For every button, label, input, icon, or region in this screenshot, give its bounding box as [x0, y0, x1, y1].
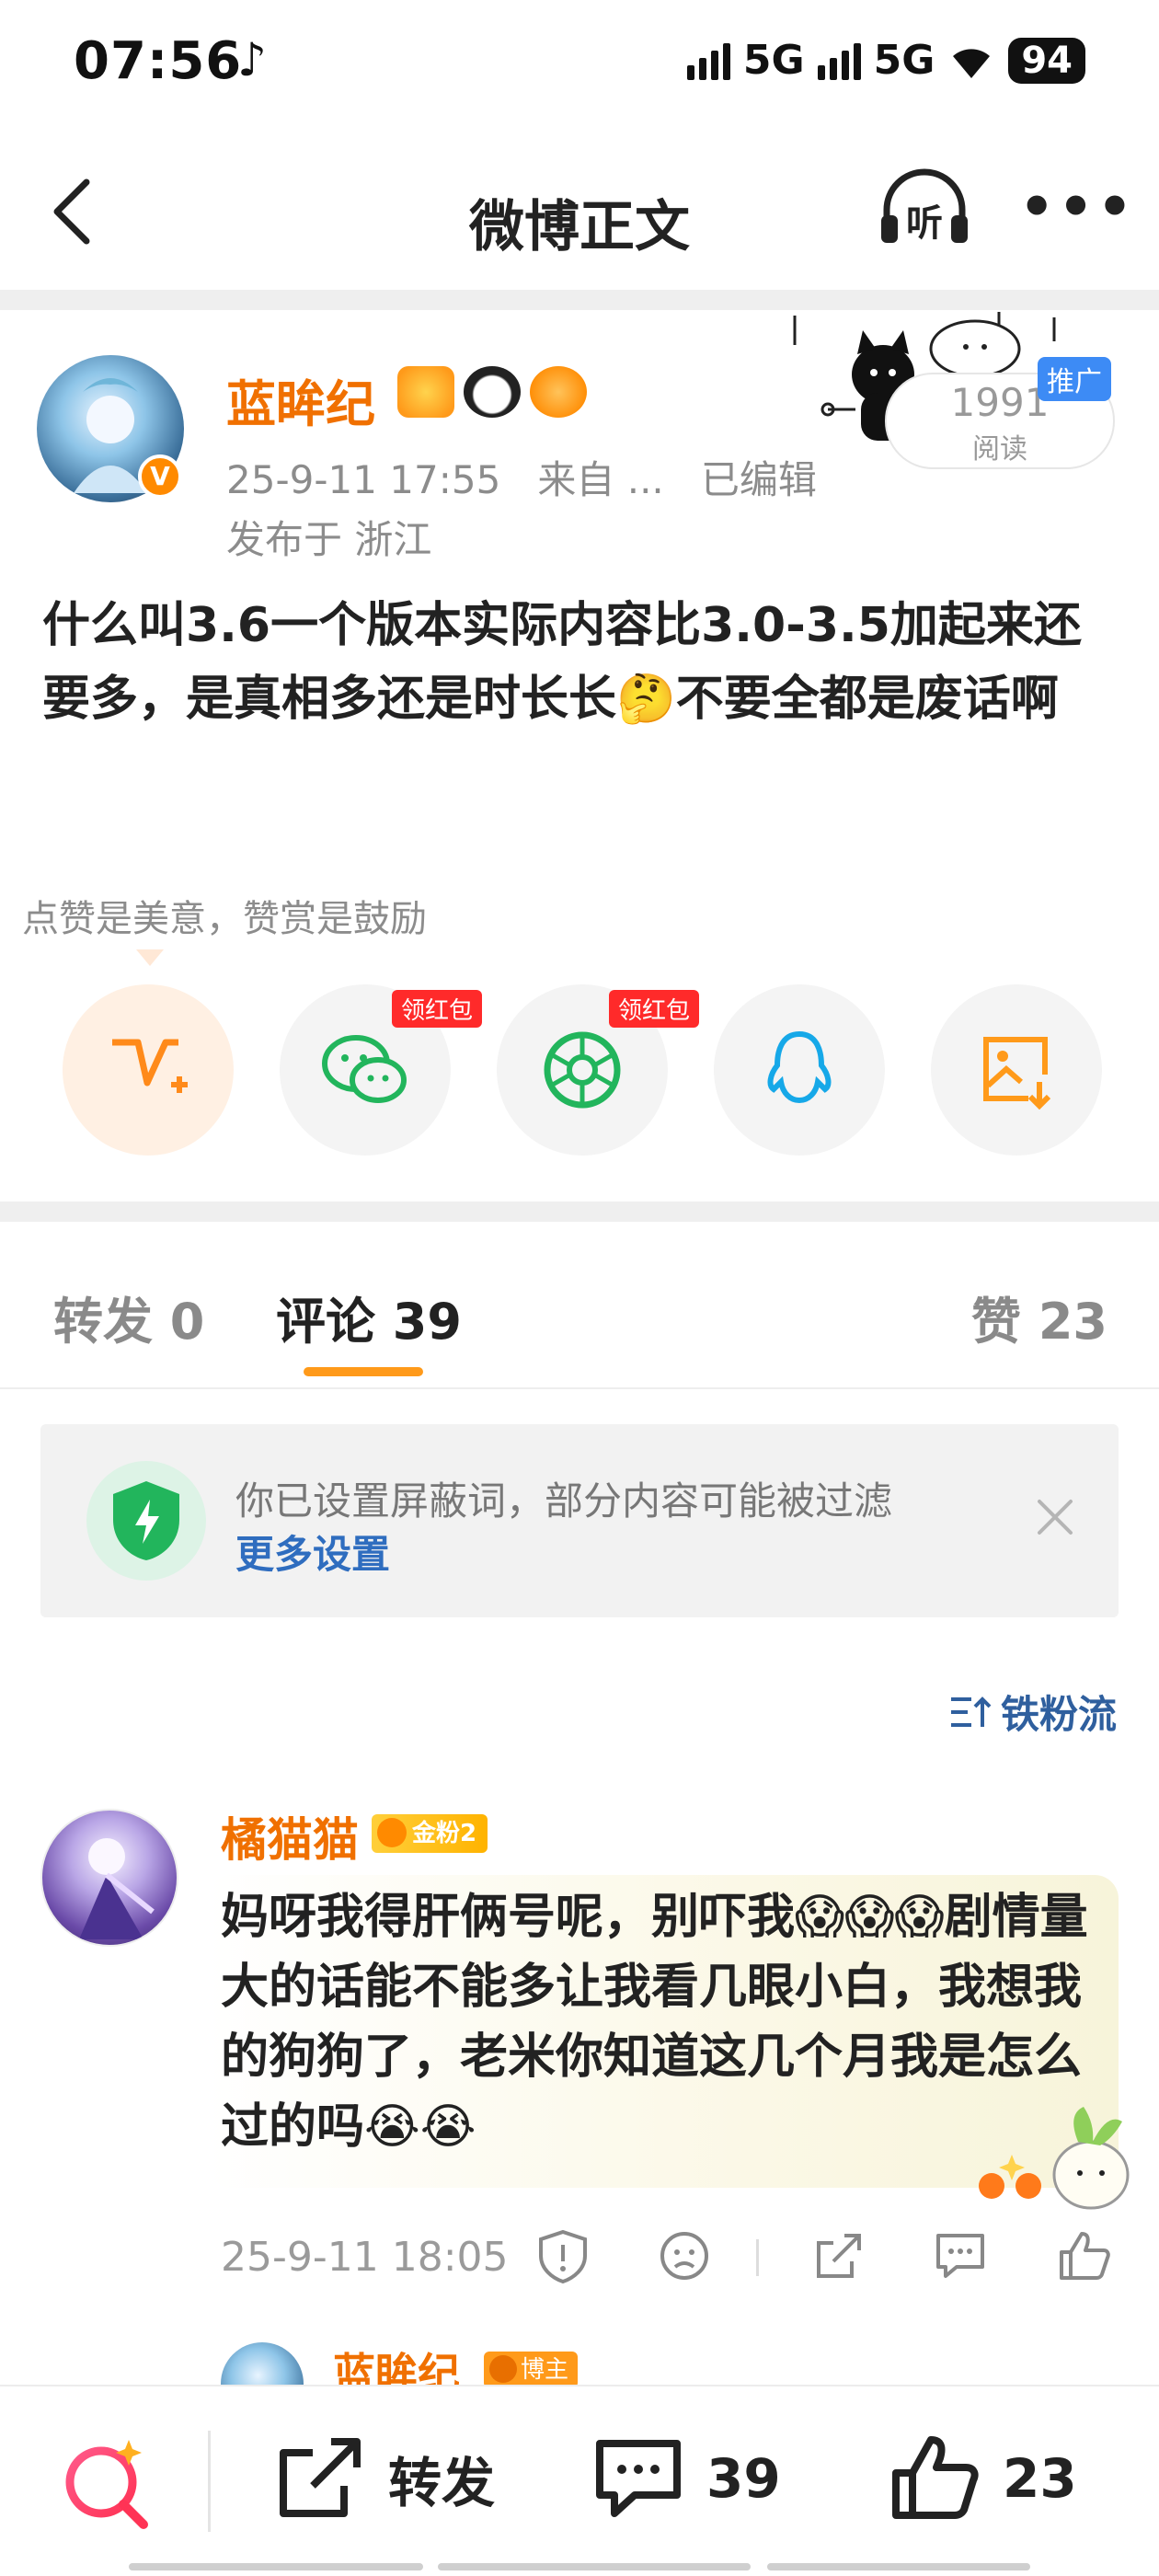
dislike-face-icon[interactable]: [655, 2226, 714, 2285]
close-icon[interactable]: [1032, 1494, 1078, 1540]
wifi-icon: [953, 48, 991, 78]
filter-notice-text: 你已设置屏蔽词，部分内容可能被过滤: [235, 1478, 893, 1524]
tab-repost[interactable]: 转发 0: [53, 1281, 204, 1353]
radish-sticker-decoration: [979, 2107, 1130, 2210]
red-packet-tag: 领红包: [391, 990, 482, 1028]
comment-time: 25-9-11 18:05: [221, 2234, 509, 2281]
post-source[interactable]: 来自 ...: [537, 457, 663, 502]
commenter-name[interactable]: 橘猫猫: [221, 1803, 359, 1869]
red-packet-tag-2: 领红包: [608, 990, 699, 1028]
post-location: 发布于 浙江: [226, 517, 432, 562]
home-indicator-left: [129, 2563, 423, 2570]
svg-text:听: 听: [906, 202, 943, 245]
network-label-2: 5G: [873, 37, 935, 84]
reward-hint: 点赞是美意，赞赏是鼓励: [22, 898, 427, 940]
reward-v-icon: [112, 1039, 188, 1093]
sort-icon: [950, 1696, 992, 1727]
repost-icon: [280, 2438, 361, 2517]
fan-level-badge: 金粉2: [372, 1814, 488, 1853]
sort-fan-flow-button[interactable]: 铁粉流: [949, 1684, 1117, 1740]
post-time: 25-9-11 17:55: [226, 457, 501, 502]
section-divider-2: [0, 1202, 1159, 1222]
interaction-tabs: 转发 0 评论 39 赞 23: [0, 1233, 1159, 1389]
share-row: 领红包 领红包: [63, 984, 1102, 1159]
moments-icon: [544, 1031, 621, 1109]
author-badges: [397, 366, 587, 418]
hint-caret-icon: [136, 949, 164, 966]
crown-member-icon: [397, 366, 454, 418]
network-label-1: 5G: [742, 37, 805, 84]
blogger-tag-label: 博主: [521, 2356, 569, 2384]
page-title: 微博正文: [469, 195, 690, 259]
tiktok-icon: ♪: [237, 33, 267, 86]
fan-crown-icon: [377, 1818, 407, 1847]
wechat-icon: [322, 1035, 407, 1103]
share-wechat-button[interactable]: 领红包: [280, 984, 482, 1156]
status-time: 07:56: [74, 31, 243, 91]
shield-icon-wrap: [86, 1461, 206, 1581]
repost-button[interactable]: 转发: [274, 2432, 495, 2524]
filter-notice: 你已设置屏蔽词，部分内容可能被过滤 更多设置: [40, 1424, 1119, 1617]
like-comment-icon[interactable]: [1054, 2226, 1113, 2285]
sort-label: 铁粉流: [1000, 1692, 1117, 1737]
repost-label: 转发: [388, 2452, 496, 2514]
battery-indicator: 94: [1008, 37, 1085, 84]
panda-icon: [464, 366, 521, 418]
read-label: 阅读: [972, 433, 1027, 466]
like-button[interactable]: 23: [889, 2432, 1077, 2524]
home-indicator-right: [767, 2563, 1030, 2570]
tab-active-indicator: [304, 1367, 423, 1376]
like-count: 23: [1003, 2447, 1077, 2510]
comment-text: 妈呀我得肝俩号呢，别吓我😱😱😱剧情量大的话能不能多让我看几眼小白，我想我的狗狗了…: [221, 1890, 1088, 2155]
more-menu-icon[interactable]: •••: [1019, 175, 1132, 239]
shield-icon: [113, 1481, 179, 1560]
listen-headphones-icon[interactable]: 听: [874, 164, 975, 256]
comment-button[interactable]: 39: [592, 2432, 781, 2524]
comment-count: 39: [706, 2447, 781, 2510]
share-moments-button[interactable]: 领红包: [497, 984, 699, 1156]
tab-comment[interactable]: 评论 39: [276, 1281, 462, 1353]
qq-icon: [767, 1030, 832, 1104]
signal-icon-2: [817, 41, 861, 80]
author-name[interactable]: 蓝眸纪: [226, 363, 375, 436]
signal-icon: [686, 41, 730, 80]
blogger-tag: 博主: [484, 2352, 579, 2388]
section-divider: [0, 290, 1159, 310]
share-qq-button[interactable]: [714, 984, 885, 1156]
more-settings-link[interactable]: 更多设置: [235, 1524, 390, 1580]
report-shield-icon[interactable]: [534, 2226, 592, 2285]
save-image-button[interactable]: [931, 984, 1102, 1156]
fish-badge-icon: [530, 366, 587, 418]
comment-icon: [596, 2440, 681, 2517]
verified-badge-icon: V: [138, 454, 182, 499]
comment-actions: [534, 2226, 1122, 2291]
fan-level-label: 金粉2: [412, 1820, 477, 1847]
status-indicators: 5G 5G 94: [686, 37, 1085, 84]
bottom-action-bar: 转发 39 23: [0, 2385, 1159, 2576]
tab-like[interactable]: 赞 23: [971, 1281, 1107, 1353]
reward-button[interactable]: [63, 984, 234, 1156]
commenter-avatar[interactable]: [40, 1809, 178, 1947]
bottom-bar-divider: [208, 2431, 211, 2532]
promo-tag: 推广: [1038, 357, 1111, 401]
save-image-icon: [983, 1037, 1051, 1110]
share-comment-icon[interactable]: [809, 2226, 868, 2285]
home-indicator-mid: [438, 2563, 751, 2570]
post-text: 什么叫3.6一个版本实际内容比3.0-3.5加起来还要多，是真相多还是时长长🤔不…: [42, 598, 1082, 727]
action-divider: [756, 2239, 759, 2276]
blogger-crown-icon: [489, 2355, 517, 2383]
post-meta: 25-9-11 17:55 来自 ... 已编辑: [226, 449, 817, 505]
like-thumb-icon: [892, 2436, 979, 2519]
nav-bar: 微博正文 听 •••: [0, 129, 1159, 290]
ai-search-icon[interactable]: [55, 2432, 156, 2534]
reply-comment-icon[interactable]: [931, 2226, 990, 2285]
status-bar: 07:56 ♪ 5G 5G 94: [0, 0, 1159, 129]
